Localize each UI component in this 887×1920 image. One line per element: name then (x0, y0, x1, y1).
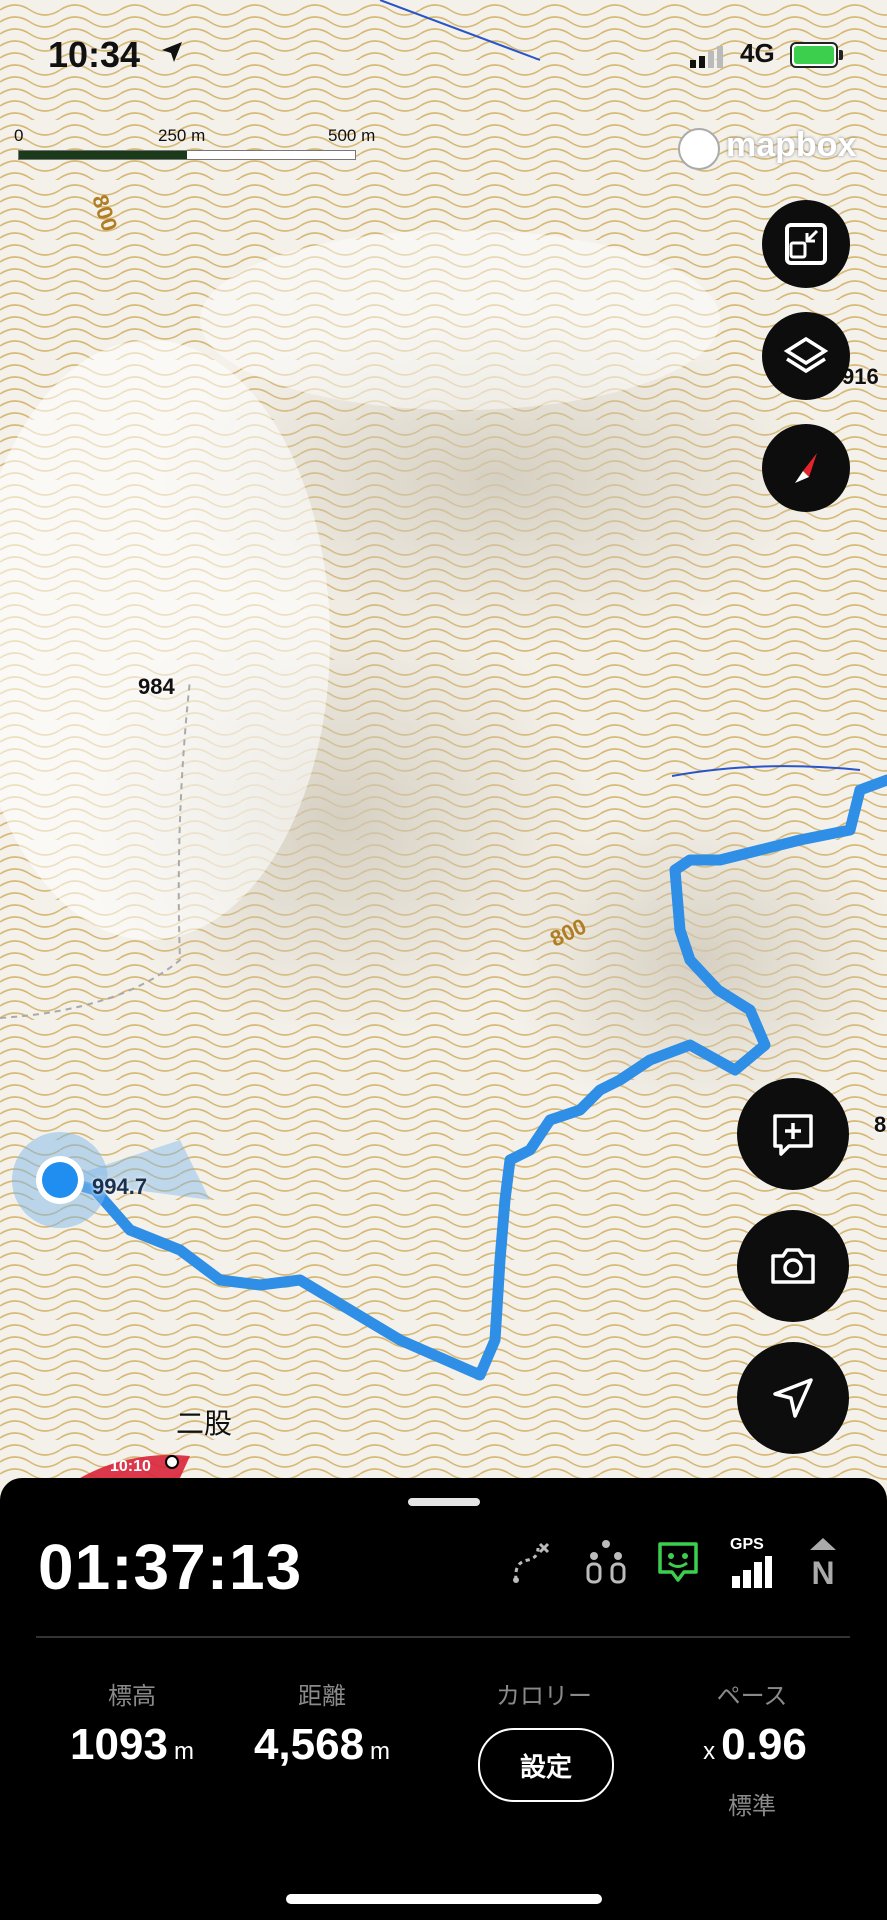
pace-sub-label: 標準 (728, 1793, 776, 1820)
mapbox-attribution[interactable]: mapbox (726, 126, 856, 165)
panel-drag-handle[interactable] (408, 1498, 480, 1506)
people-icon[interactable] (584, 1538, 628, 1586)
location-arrow-icon (162, 42, 182, 62)
home-indicator[interactable] (286, 1894, 602, 1904)
edge-elevation-label: 8 (874, 1112, 887, 1137)
elapsed-time: 01:37:13 (38, 1531, 303, 1603)
scale-label-500: 500 m (328, 126, 376, 145)
cell-signal-icon (690, 46, 723, 68)
layers-button[interactable] (762, 312, 850, 400)
peak-elevation-label: 984 (138, 674, 175, 699)
status-time: 10:34 (48, 34, 141, 75)
north-icon[interactable]: N (806, 1538, 840, 1588)
elevation-value: 1093 m (70, 1720, 194, 1769)
distance-label: 距離 (298, 1683, 346, 1710)
compass-icon (795, 453, 817, 483)
scale-label-250: 250 m (158, 126, 206, 145)
navigate-button[interactable] (737, 1342, 849, 1454)
camera-button[interactable] (737, 1210, 849, 1322)
current-elevation-label: 994.7 (92, 1174, 148, 1199)
waypoint-marker[interactable] (165, 1455, 179, 1469)
route-note: 10:10 (110, 1458, 151, 1475)
north-label: N (811, 1555, 834, 1588)
panel-divider (36, 1636, 850, 1638)
calorie-settings-button[interactable]: 設定 (478, 1728, 614, 1802)
route-icon[interactable] (508, 1540, 554, 1586)
place-name[interactable]: 二股 (176, 1402, 232, 1442)
map-fit-icon (785, 223, 827, 265)
battery-icon (790, 42, 843, 68)
gps-label: GPS (730, 1536, 764, 1553)
pace-value: x 0.96 (703, 1720, 807, 1769)
scale-bar (18, 150, 356, 160)
chat-icon[interactable] (654, 1538, 702, 1586)
camera-icon (771, 1248, 815, 1284)
scale-label-0: 0 (14, 126, 24, 145)
network-type: 4G (740, 38, 775, 68)
gps-signal-icon (732, 1556, 772, 1588)
calorie-label: カロリー (496, 1683, 592, 1710)
compass-button[interactable] (762, 424, 850, 512)
elevation-label: 標高 (108, 1683, 156, 1710)
navigate-icon (773, 1378, 813, 1418)
pace-label: ペース (716, 1683, 788, 1710)
layers-icon (783, 336, 829, 374)
fit-map-button[interactable] (762, 200, 850, 288)
add-note-icon (773, 1114, 813, 1156)
distance-value: 4,568 m (253, 1720, 391, 1769)
add-note-button[interactable] (737, 1078, 849, 1190)
mapbox-logo-icon (678, 128, 720, 170)
